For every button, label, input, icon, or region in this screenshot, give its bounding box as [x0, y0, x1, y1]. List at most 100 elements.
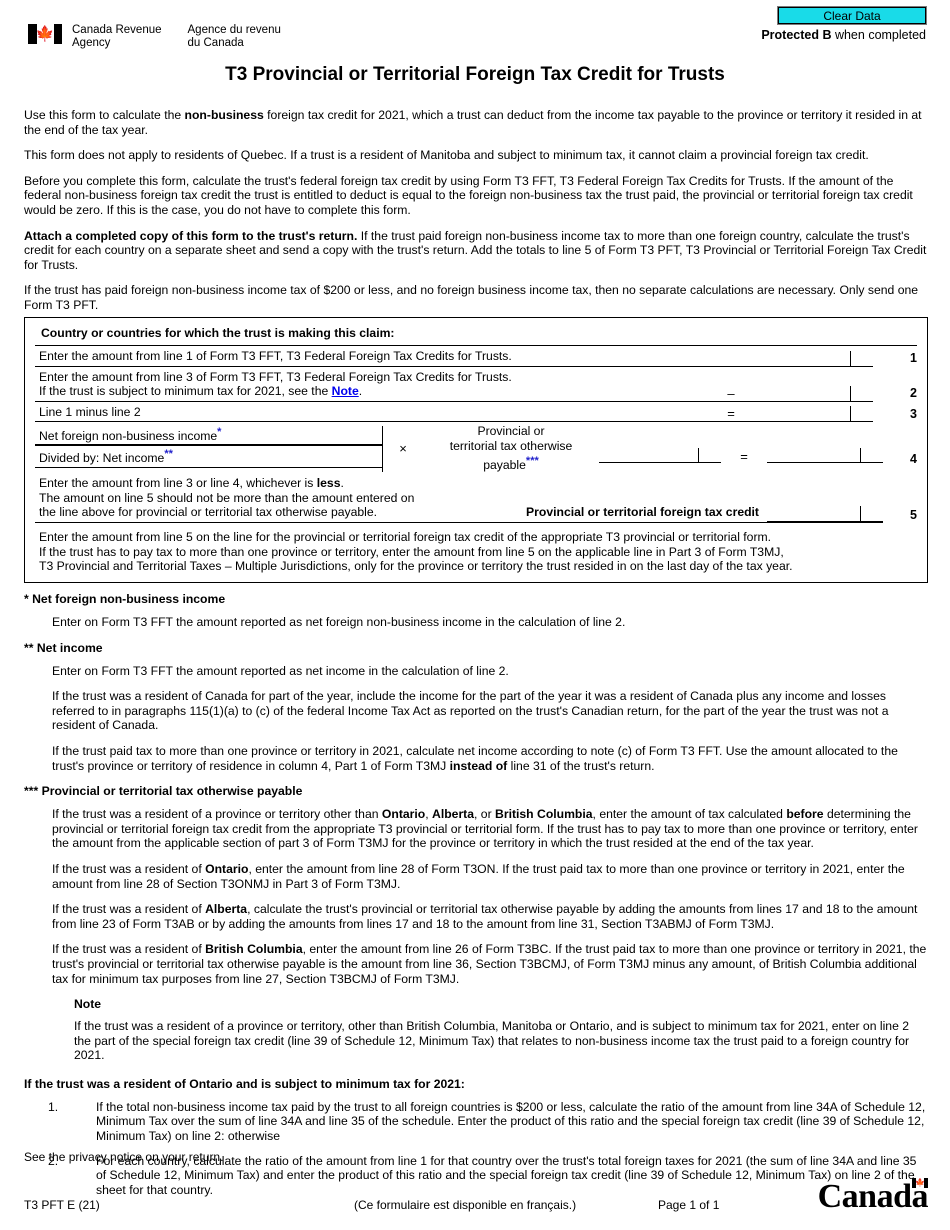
- line-2-amount-field[interactable]: [757, 367, 873, 402]
- line-3-operator: =: [705, 402, 757, 423]
- footnote-1-heading: * Net foreign non-business income: [24, 592, 226, 606]
- line-5-text-line1: Enter the amount from line 3 or line 4, …: [39, 476, 344, 491]
- clear-data-container: Clear Data: [777, 6, 927, 25]
- line-4-number: 4: [910, 452, 917, 467]
- protected-b-rest: when completed: [831, 28, 926, 42]
- privacy-notice: See the privacy notice on your return.: [24, 1150, 224, 1164]
- line-3-number: 3: [910, 406, 917, 421]
- footnote-2-paragraph-1: Enter on Form T3 FFT the amount reported…: [52, 663, 509, 678]
- footer-row: T3 PFT E (21) (Ce formulaire est disponi…: [24, 1178, 928, 1215]
- canada-wordmark: Canada 🍁: [817, 1178, 928, 1215]
- footnote-2-paragraph-2: If the trust was a resident of Canada fo…: [52, 689, 889, 733]
- line-5-text: Enter the amount from line 3 or line 4, …: [35, 476, 433, 523]
- line-3-text: Line 1 minus line 2: [35, 402, 705, 423]
- line-1-text: Enter the amount from line 1 of Form T3 …: [35, 346, 705, 367]
- intro-paragraph-1: Use this form to calculate the non-busin…: [24, 108, 928, 137]
- line-5-amount-field[interactable]: [767, 504, 883, 523]
- line-2-text: Enter the amount from line 3 of Form T3 …: [35, 367, 705, 402]
- footnotes-section: * Net foreign non-business income Enter …: [24, 592, 928, 1207]
- ontario-minimum-tax-heading: If the trust was a resident of Ontario a…: [24, 1076, 465, 1091]
- footnote-3-paragraph-4: If the trust was a resident of British C…: [52, 942, 927, 986]
- cents-divider: [850, 406, 851, 422]
- protected-b-label: Protected B when completed: [761, 28, 926, 42]
- calc-line-3: Line 1 minus line 2 = 3: [35, 402, 917, 423]
- cents-divider: [860, 506, 861, 521]
- footnote-3-heading: *** Provincial or territorial tax otherw…: [24, 784, 303, 799]
- note-link[interactable]: Note: [332, 384, 359, 398]
- line-5-text-line3: the line above for provincial or territo…: [39, 505, 378, 520]
- intro-section: Use this form to calculate the non-busin…: [24, 108, 928, 313]
- list-item-text: If the total non-business income tax pai…: [96, 1099, 926, 1144]
- multiplier-label-line2: territorial tax otherwise: [449, 438, 573, 453]
- page-title: T3 Provincial or Territorial Foreign Tax…: [225, 64, 725, 85]
- cra-fr-line2: du Canada: [187, 37, 244, 49]
- line-4-numerator: Net foreign non-business income*: [35, 424, 383, 447]
- line-2-number: 2: [910, 386, 917, 401]
- line-1-amount-field[interactable]: [757, 346, 873, 367]
- page-number: Page 1 of 1: [658, 1198, 720, 1212]
- line-4-amount-field[interactable]: [767, 432, 883, 472]
- cents-divider: [850, 385, 851, 401]
- line-4-denominator: Divided by: Net income**: [35, 446, 383, 468]
- multiplier-label-line3-wrap: payable***: [483, 454, 539, 472]
- list-marker: 1.: [48, 1099, 59, 1114]
- calc-line-2: Enter the amount from line 3 of Form T3 …: [35, 367, 917, 402]
- clear-data-button[interactable]: Clear Data: [777, 6, 927, 25]
- canada-flag-small-icon: 🍁: [912, 1178, 928, 1188]
- form-page: Clear Data Protected B when completed 🍁 …: [0, 0, 950, 1230]
- fraction-vertical-rule: [382, 426, 383, 473]
- footnote-3-paragraph-2: If the trust was a resident of Ontario, …: [52, 861, 905, 891]
- line-1-operator: [705, 346, 757, 367]
- note-body: If the trust was a resident of a provinc…: [74, 1019, 910, 1063]
- list-item: 1. If the total non-business income tax p…: [24, 1100, 928, 1144]
- calculation-box: Country or countries for which the trust…: [24, 317, 928, 583]
- footnote-marker-double: **: [164, 448, 173, 461]
- form-identifier: T3 PFT E (21): [24, 1198, 100, 1212]
- line-3-amount-field[interactable]: [757, 402, 873, 423]
- line-4-fraction: Net foreign non-business income* Divided…: [35, 424, 383, 473]
- line-5-number: 5: [910, 508, 917, 523]
- line-5-credit-label: Provincial or territorial foreign tax cr…: [433, 505, 767, 523]
- footnote-1-body: Enter on Form T3 FFT the amount reported…: [52, 615, 626, 629]
- cra-en-line2: Agency: [72, 37, 111, 49]
- cents-divider: [860, 448, 861, 464]
- line-2-text-b: If the trust is subject to minimum tax f…: [39, 384, 332, 399]
- footnote-3-paragraph-1: If the trust was a resident of a provinc…: [52, 807, 918, 851]
- line-4-times-operator: ×: [399, 440, 407, 456]
- footnote-2-paragraph-3: If the trust paid tax to more than one p…: [52, 743, 898, 773]
- line-4-multiplier-label: Provincial or territorial tax otherwise …: [423, 424, 599, 472]
- line-2-text-b-wrap: If the trust is subject to minimum tax f…: [39, 384, 701, 399]
- french-availability-note: (Ce formulaire est disponible en françai…: [354, 1198, 577, 1212]
- line-2-operator: –: [705, 367, 757, 402]
- line-2-text-c: .: [358, 384, 363, 399]
- line-1-number: 1: [910, 351, 917, 365]
- cra-name-english: Canada Revenue Agency: [72, 24, 162, 50]
- closing-line-3: T3 Provincial and Territorial Taxes – Mu…: [39, 559, 793, 574]
- footnote-marker-single: *: [217, 426, 222, 439]
- intro-paragraph-2: This form does not apply to residents of…: [24, 148, 869, 163]
- intro-p1-bold: non-business: [184, 108, 264, 122]
- intro-p1-a: Use this form to calculate the: [24, 108, 185, 122]
- intro-paragraph-5: If the trust has paid foreign non-busine…: [24, 283, 919, 312]
- line-2-text-a: Enter the amount from line 3 of Form T3 …: [39, 369, 512, 384]
- claim-countries-heading: Country or countries for which the trust…: [35, 326, 917, 346]
- intro-paragraph-3: Before you complete this form, calculate…: [24, 173, 913, 217]
- calc-line-5: Enter the amount from line 3 or line 4, …: [35, 476, 917, 523]
- intro-paragraph-4: Attach a completed copy of this form to …: [24, 229, 928, 273]
- multiplier-label-line1: Provincial or: [477, 424, 545, 439]
- footnote-marker-triple: ***: [525, 454, 539, 467]
- calc-line-4: Net foreign non-business income* Divided…: [35, 424, 917, 473]
- note-heading: Note: [74, 997, 102, 1012]
- intro-p4-bold: Attach a completed copy of this form to …: [24, 228, 358, 243]
- line-4-multiplier-field[interactable]: [599, 432, 721, 472]
- canada-flag-icon: 🍁: [28, 24, 62, 44]
- closing-line-1: Enter the amount from line 5 on the line…: [39, 530, 772, 544]
- cra-header: 🍁 Canada Revenue Agency Agence du revenu…: [28, 24, 281, 50]
- cents-divider: [698, 448, 699, 464]
- protected-b-bold: Protected B: [761, 28, 832, 42]
- line-4-equals-operator: =: [740, 449, 748, 465]
- footnote-2-heading: ** Net income: [24, 640, 103, 655]
- closing-line-2: If the trust has to pay tax to more than…: [39, 544, 784, 559]
- calc-closing-instructions: Enter the amount from line 5 on the line…: [35, 523, 917, 576]
- footnote-3-paragraph-3: If the trust was a resident of Alberta, …: [52, 902, 918, 931]
